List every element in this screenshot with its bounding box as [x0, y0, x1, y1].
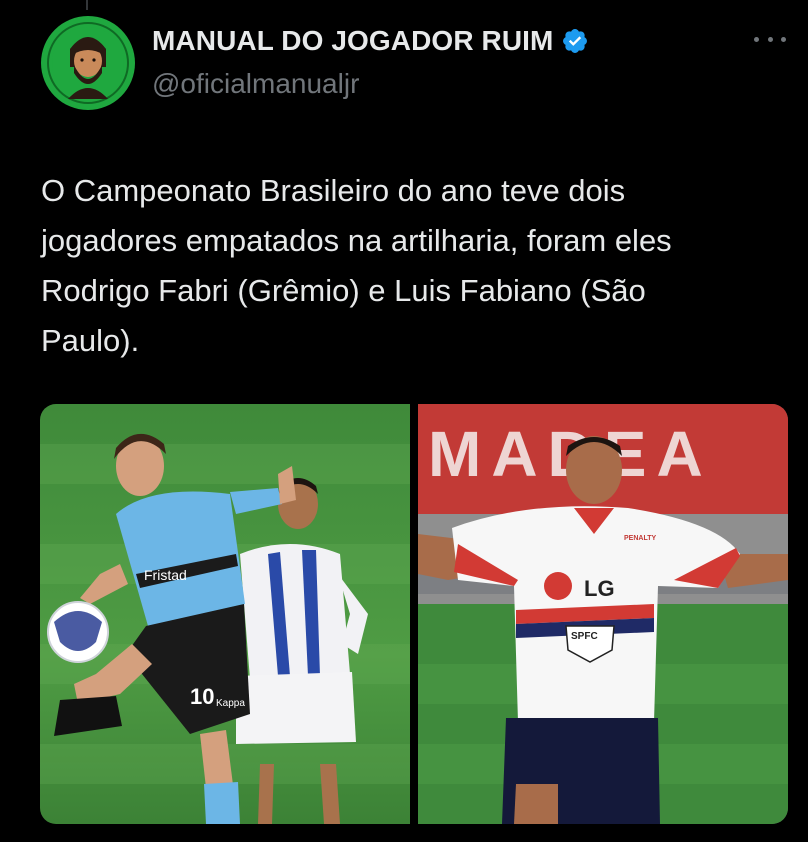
crest-text: SPFC	[571, 631, 598, 642]
kit-brand-text: PENALTY	[624, 535, 656, 542]
author-avatar[interactable]	[40, 15, 136, 111]
shorts-brand-text: Kappa	[216, 698, 245, 709]
author-name-row: MANUAL DO JOGADOR RUIM	[152, 25, 589, 57]
tweet-media-grid: Fristad 10 Kappa MADEA	[40, 404, 788, 824]
shirt-sponsor-text: LG	[584, 576, 615, 601]
verified-badge-icon[interactable]	[561, 27, 589, 55]
bearded-player-avatar-icon	[41, 16, 135, 110]
media-photo-gremio-player[interactable]: Fristad 10 Kappa	[40, 404, 410, 824]
thread-connector-line	[86, 0, 88, 10]
shirt-number-text: 10	[190, 684, 214, 709]
shirt-sponsor-text: Fristad	[144, 567, 187, 583]
more-options-icon[interactable]	[754, 29, 786, 49]
media-photo-sao-paulo-player[interactable]: MADEA LG SPFC	[418, 404, 788, 824]
author-handle[interactable]: @oficialmanualjr	[152, 68, 359, 100]
author-display-name[interactable]: MANUAL DO JOGADOR RUIM	[152, 25, 553, 57]
tweet-text: O Campeonato Brasileiro do ano teve dois…	[41, 173, 672, 358]
